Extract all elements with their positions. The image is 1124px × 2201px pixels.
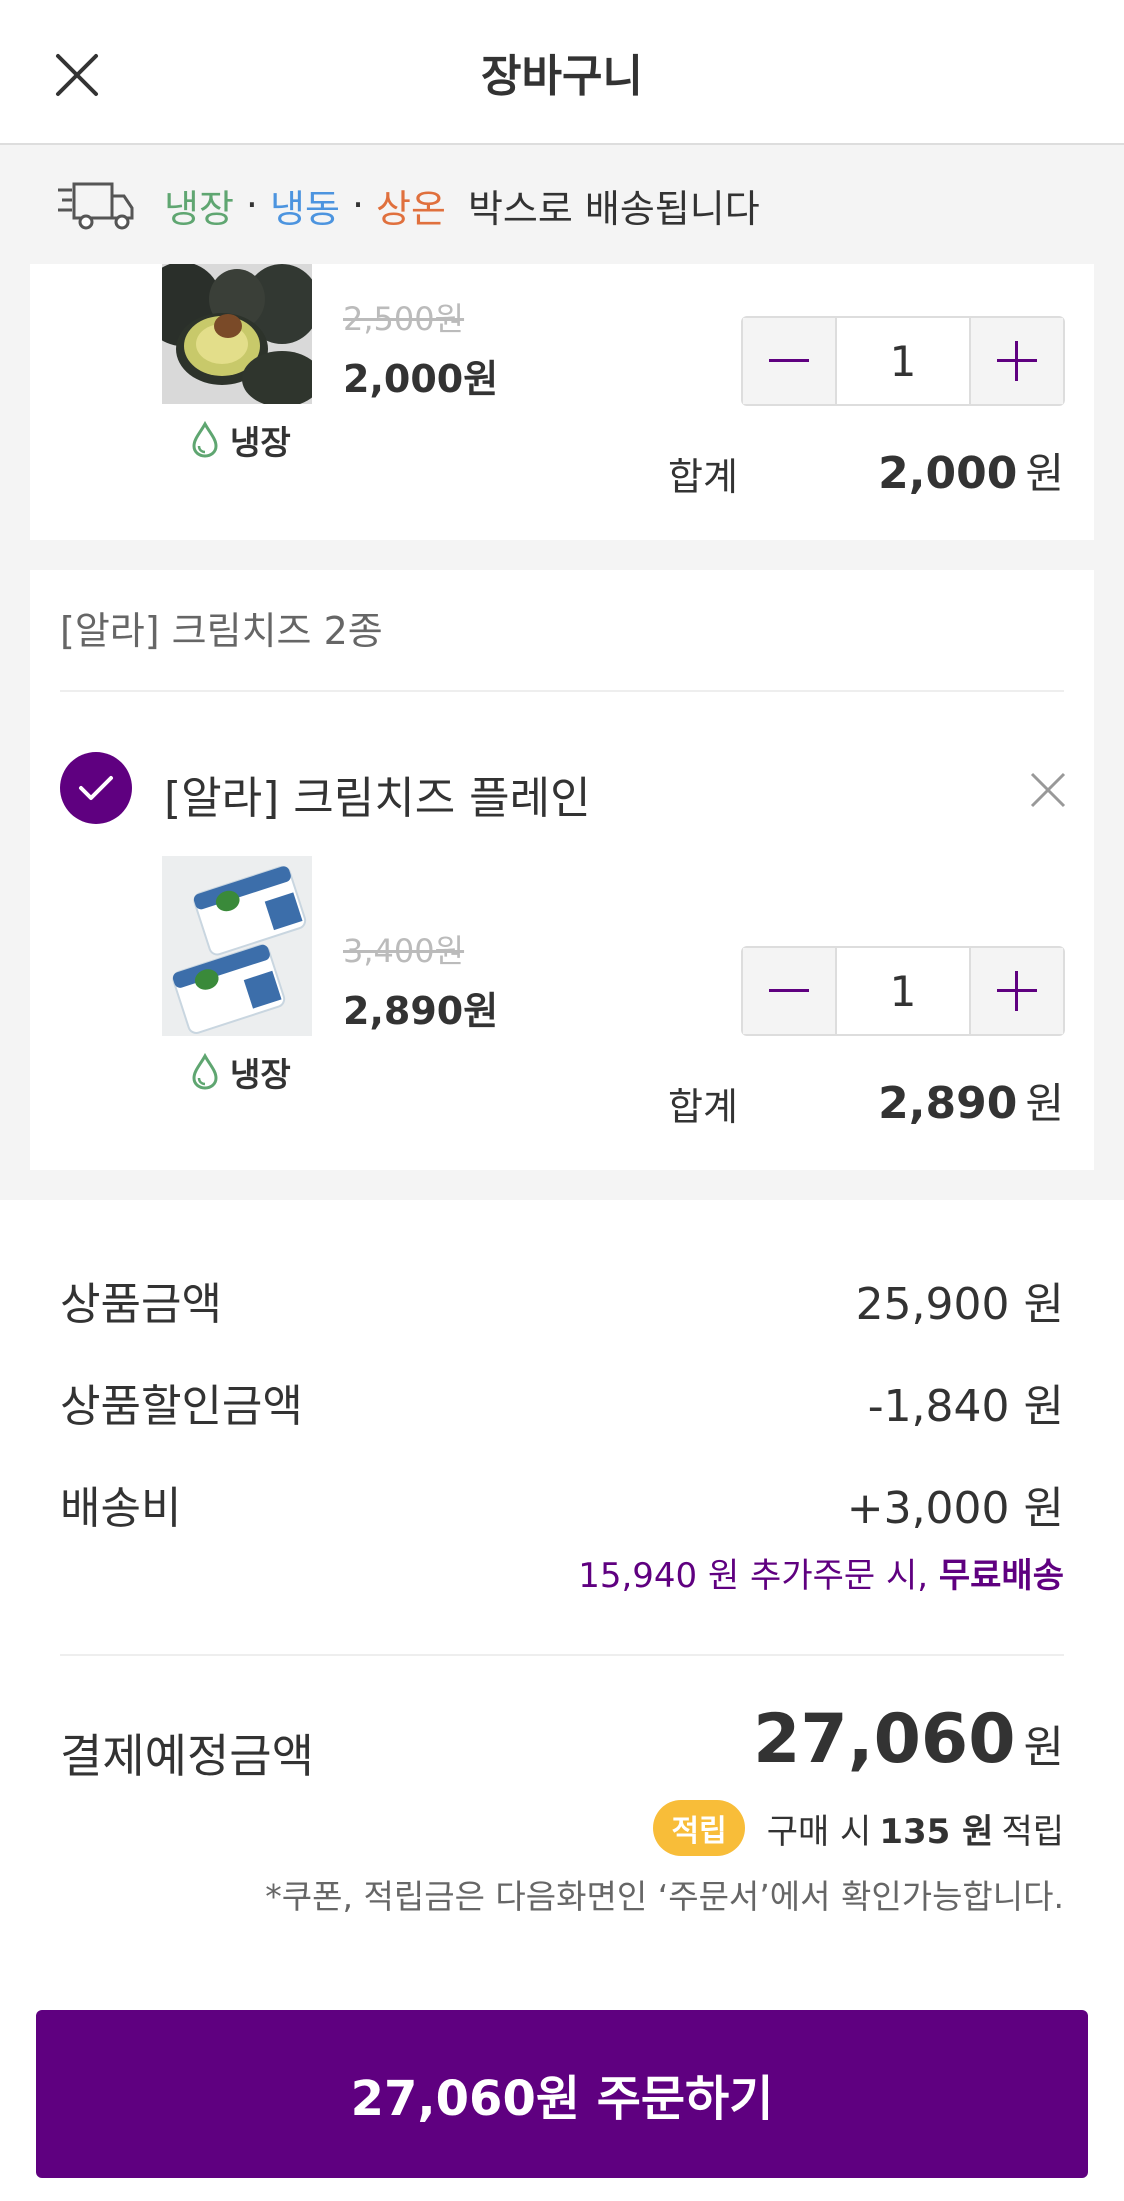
- close-icon: [1030, 772, 1066, 808]
- remove-item-button[interactable]: [1028, 770, 1068, 810]
- decrease-button[interactable]: [743, 318, 835, 404]
- total-unit: 원: [1023, 1722, 1064, 1773]
- separator: ·: [245, 183, 259, 227]
- plus-icon: [997, 341, 1037, 381]
- points-prefix: 구매 시: [766, 1811, 872, 1852]
- sum-unit: 원: [1025, 449, 1064, 498]
- minus-icon: [769, 989, 809, 992]
- quantity-stepper: 1: [741, 946, 1065, 1036]
- increase-button[interactable]: [971, 318, 1063, 404]
- price-summary: 상품금액 25,900 원 상품할인금액 -1,840 원 배송비 +3,000…: [0, 1200, 1124, 2201]
- discount-value: -1,840 원: [867, 1381, 1064, 1432]
- item-checkbox[interactable]: [60, 752, 132, 824]
- discount-label: 상품할인금액: [60, 1381, 303, 1432]
- storage-type: 냉장: [190, 416, 291, 464]
- sale-price: 2,890원: [343, 989, 499, 1033]
- sum-value: 2,000 원: [878, 440, 1064, 501]
- shipping-fee-value: +3,000 원: [846, 1483, 1064, 1534]
- water-drop-icon: [192, 1053, 218, 1090]
- water-drop-icon: [192, 421, 218, 458]
- separator: ·: [351, 183, 365, 227]
- quantity-stepper: 1: [741, 316, 1065, 406]
- truck-icon: [58, 182, 134, 230]
- decrease-button[interactable]: [743, 948, 835, 1034]
- page-title: 장바구니: [481, 50, 643, 102]
- product-image: [162, 856, 312, 1036]
- sum-label: 합계: [668, 1085, 738, 1129]
- plus-icon: [997, 971, 1037, 1011]
- sale-price: 2,000원: [343, 357, 499, 401]
- original-price: 3,400원: [343, 932, 465, 970]
- product-amount-value: 25,900 원: [855, 1279, 1064, 1330]
- group-title: [알라] 크림치즈 2종: [60, 609, 383, 653]
- storage-label: 냉장: [230, 1055, 291, 1094]
- sum-unit: 원: [1025, 1079, 1064, 1128]
- frozen-label: 냉동: [270, 186, 340, 231]
- divider: [60, 1654, 1064, 1656]
- close-icon: [56, 54, 98, 96]
- quantity-value: 1: [835, 318, 971, 404]
- points-info: 적립 구매 시 135 원 적립: [653, 1800, 1064, 1856]
- minus-icon: [769, 359, 809, 362]
- storage-label: 냉장: [230, 423, 291, 462]
- check-icon: [79, 776, 113, 800]
- coupon-notice: *쿠폰, 적립금은 다음화면인 ‘주문서’에서 확인가능합니다.: [265, 1877, 1064, 1916]
- banner-text: 박스로 배송됩니다: [467, 186, 760, 231]
- points-amount: 135 원: [879, 1811, 994, 1852]
- increase-button[interactable]: [971, 948, 1063, 1034]
- free-shipping-strong: 무료배송: [938, 1556, 1064, 1596]
- free-shipping-notice: 15,940 원 추가주문 시, 무료배송: [578, 1548, 1064, 1597]
- free-shipping-prefix: 15,940 원 추가주문 시,: [578, 1556, 939, 1596]
- points-suffix: 적립: [1001, 1811, 1064, 1852]
- points-badge: 적립: [653, 1800, 745, 1856]
- cart-group-card: [알라] 크림치즈 2종 [알라] 크림치즈 플레인 3,400원 2,890원…: [30, 570, 1094, 1170]
- header: 장바구니: [0, 0, 1124, 145]
- sum-amount: 2,890: [878, 1078, 1018, 1129]
- delivery-banner: 냉장 · 냉동 · 상온 박스로 배송됩니다: [0, 146, 1124, 264]
- product-amount-label: 상품금액: [60, 1279, 222, 1330]
- divider: [60, 690, 1064, 692]
- quantity-value: 1: [835, 948, 971, 1034]
- sum-amount: 2,000: [878, 448, 1018, 499]
- total-amount: 27,060: [753, 1700, 1016, 1779]
- cold-label: 냉장: [164, 186, 234, 231]
- total-label: 결제예정금액: [60, 1729, 314, 1783]
- order-button[interactable]: 27,060원 주문하기: [36, 2010, 1088, 2178]
- total-value: 27,060 원: [753, 1700, 1064, 1779]
- room-temp-label: 상온: [376, 186, 446, 231]
- shipping-fee-label: 배송비: [60, 1483, 182, 1534]
- sum-value: 2,890 원: [878, 1070, 1064, 1131]
- product-name: [알라] 크림치즈 플레인: [164, 773, 591, 824]
- storage-type: 냉장: [190, 1048, 291, 1096]
- original-price: 2,500원: [343, 300, 465, 338]
- close-button[interactable]: [52, 50, 102, 100]
- sum-label: 합계: [668, 455, 738, 499]
- product-image: [162, 264, 312, 404]
- cart-item-card: 2,500원 2,000원 냉장 1 합계 2,000 원: [30, 264, 1094, 540]
